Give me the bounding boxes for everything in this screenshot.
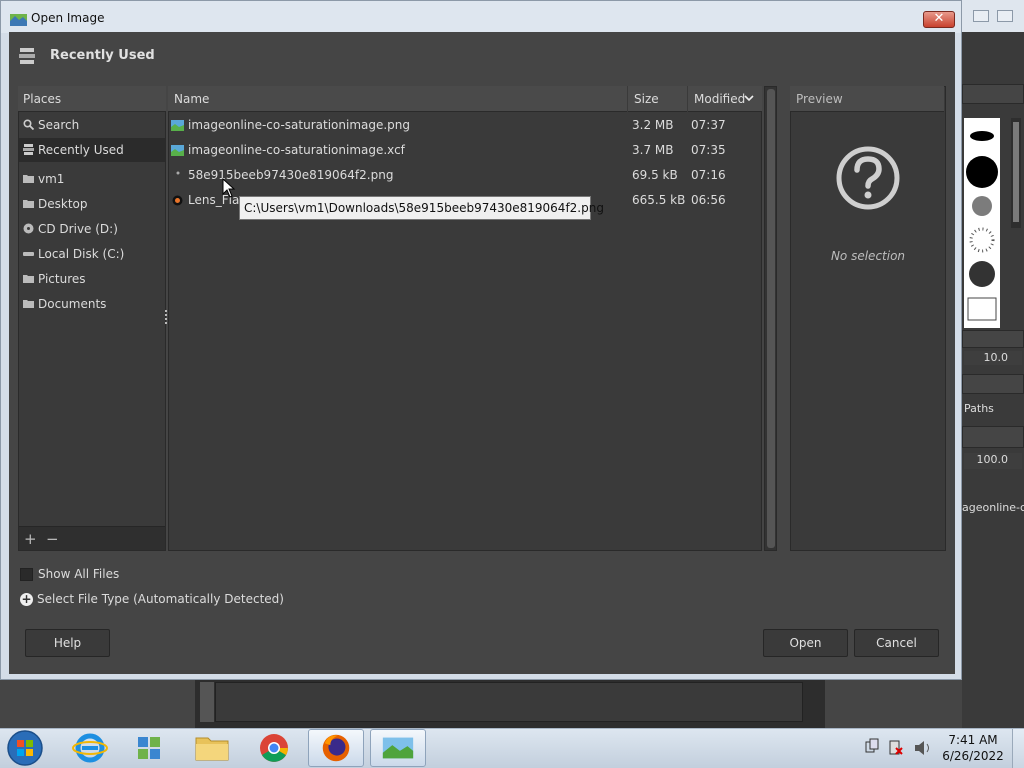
file-size: 3.2 MB: [632, 118, 674, 132]
place-search[interactable]: Search: [19, 113, 165, 137]
start-button[interactable]: [4, 729, 46, 767]
cd-drive-icon: [23, 223, 34, 234]
tool-options-bar: [962, 426, 1024, 448]
system-clock[interactable]: 7:41 AM 6/26/2022: [940, 732, 1006, 764]
chrome-icon[interactable]: [246, 729, 302, 767]
file-size: 69.5 kB: [632, 168, 678, 182]
place-label: Search: [38, 118, 80, 132]
firefox-icon[interactable]: [308, 729, 364, 767]
column-modified-label: Modified: [694, 92, 746, 106]
location-header: Recently Used: [50, 48, 155, 63]
disk-icon: [23, 252, 34, 256]
tab-paths[interactable]: Paths: [962, 400, 996, 418]
place-label: Documents: [38, 297, 107, 311]
internet-explorer-icon[interactable]: [62, 729, 118, 767]
clock-time: 7:41 AM: [948, 733, 998, 747]
place-label: Local Disk (C:): [38, 247, 125, 261]
file-name: imageonline-co-saturationimage.png: [188, 118, 411, 132]
opacity-field[interactable]: 100.0: [964, 453, 1022, 469]
brush-actions-bar: [962, 374, 1024, 394]
brush-grid[interactable]: [964, 118, 1000, 328]
open-button[interactable]: Open: [763, 629, 848, 657]
mouse-cursor-icon: [222, 178, 236, 198]
place-local-disk[interactable]: Local Disk (C:): [19, 242, 165, 266]
preview-header: Preview: [790, 86, 944, 112]
cancel-button[interactable]: Cancel: [854, 629, 939, 657]
gimp-taskbar-icon[interactable]: [370, 729, 426, 767]
remove-bookmark-button[interactable]: −: [46, 530, 59, 548]
network-app-icon[interactable]: [122, 729, 178, 767]
ruler: [200, 682, 214, 722]
file-row[interactable]: imageonline-co-saturationimage.png 3.2 M…: [168, 113, 762, 138]
place-vm1[interactable]: vm1: [19, 167, 165, 191]
file-name: 58e915beeb97430e819064f2.png: [188, 168, 394, 182]
place-label: vm1: [38, 172, 65, 186]
show-all-files-checkbox[interactable]: [20, 568, 33, 581]
place-label: CD Drive (D:): [38, 222, 118, 236]
lens-flare-icon: [172, 195, 183, 206]
system-tray[interactable]: [860, 736, 940, 760]
file-modified: 07:37: [691, 118, 726, 132]
place-label: Desktop: [38, 197, 88, 211]
brush-preset-dropdown[interactable]: [962, 330, 1024, 348]
place-desktop[interactable]: Desktop: [19, 192, 165, 216]
select-file-type-expander[interactable]: Select File Type (Automatically Detected…: [37, 592, 284, 606]
sort-chevron-icon: [744, 95, 754, 102]
file-name: imageonline-co-saturationimage.xcf: [188, 143, 405, 157]
folder-icon: [23, 275, 34, 283]
file-modified: 07:16: [691, 168, 726, 182]
places-header[interactable]: Places: [18, 86, 166, 112]
expander-plus-icon[interactable]: +: [20, 593, 33, 606]
close-button[interactable]: ✕: [923, 11, 955, 28]
image-file-icon: [176, 171, 180, 175]
add-bookmark-button[interactable]: +: [24, 530, 37, 548]
column-name[interactable]: Name: [168, 86, 628, 112]
recent-icon: [19, 48, 35, 64]
help-button[interactable]: Help: [25, 629, 110, 657]
file-path-tooltip: C:\Users\vm1\Downloads\58e915beeb97430e8…: [239, 196, 604, 220]
gimp-app-icon: [10, 14, 27, 26]
file-list-scrollbar[interactable]: [764, 86, 777, 551]
clock-date: 6/26/2022: [942, 749, 1004, 763]
places-toolbar: + −: [19, 526, 165, 550]
dialog-title: Open Image: [31, 11, 105, 25]
brush-scrollbar[interactable]: [1011, 118, 1021, 228]
preview-empty-text: No selection: [830, 249, 906, 263]
brush-dropdown[interactable]: [962, 84, 1024, 104]
file-modified: 07:35: [691, 143, 726, 157]
show-all-files-label[interactable]: Show All Files: [38, 567, 119, 581]
gimp-titlebar: [962, 0, 1024, 32]
file-modified: 06:56: [691, 193, 726, 207]
folder-icon: [23, 300, 34, 308]
file-row[interactable]: 58e915beeb97430e819064f2.png 69.5 kB 07:…: [168, 163, 762, 188]
place-pictures[interactable]: Pictures: [19, 267, 165, 291]
place-label: Recently Used: [38, 143, 124, 157]
place-recently-used[interactable]: Recently Used: [19, 138, 165, 162]
file-list-header: Name Size Modified: [168, 86, 762, 112]
layer-name[interactable]: ageonline-co-s: [962, 498, 1024, 518]
show-desktop-button[interactable]: [1012, 729, 1024, 768]
image-file-icon: [171, 145, 184, 156]
maximize-button[interactable]: [997, 10, 1013, 22]
column-modified[interactable]: Modified: [688, 86, 760, 112]
minimize-button[interactable]: [973, 10, 989, 22]
recent-icon: [23, 144, 34, 155]
place-documents[interactable]: Documents: [19, 292, 165, 316]
image-file-icon: [171, 120, 184, 131]
file-size: 3.7 MB: [632, 143, 674, 157]
place-label: Pictures: [38, 272, 86, 286]
column-size[interactable]: Size: [628, 86, 688, 112]
canvas[interactable]: [215, 682, 803, 722]
folder-icon: [23, 175, 34, 183]
file-size: 665.5 kB: [632, 193, 686, 207]
brush-size-field[interactable]: 10.0: [964, 351, 1022, 365]
dialog-titlebar: Open Image ✕: [1, 1, 961, 33]
place-cd-drive[interactable]: CD Drive (D:): [19, 217, 165, 241]
file-row[interactable]: imageonline-co-saturationimage.xcf 3.7 M…: [168, 138, 762, 163]
folder-icon: [23, 200, 34, 208]
question-icon: [836, 146, 900, 210]
search-icon: [23, 119, 34, 130]
file-explorer-icon[interactable]: [184, 729, 240, 767]
